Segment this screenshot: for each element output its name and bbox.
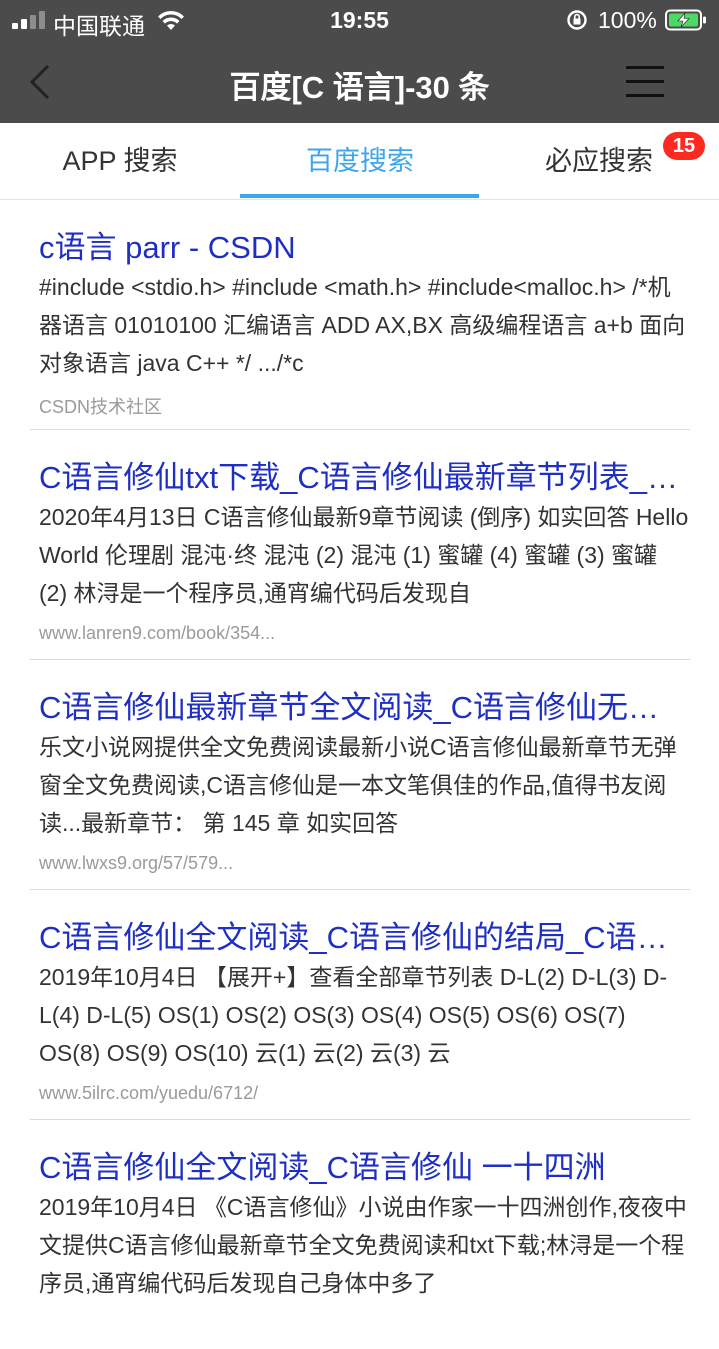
result-item[interactable]: c语言 parr - CSDN #include <stdio.h> #incl…	[30, 200, 690, 430]
result-snippet: #include <stdio.h> #include <math.h> #in…	[39, 274, 686, 376]
result-source: www.lanren9.com/book/354...	[39, 623, 276, 643]
result-item[interactable]: C语言修仙最新章节全文阅读_C语言修仙无弹窗 乐文小说网提供全文免费阅读最新小说…	[30, 660, 690, 890]
result-snippet: 2020年4月13日 C语言修仙最新9章节阅读 (倒序) 如实回答 Hello …	[39, 504, 689, 606]
result-source: www.5ilrc.com/yuedu/6712/	[39, 1083, 259, 1103]
result-snippet: 乐文小说网提供全文免费阅读最新小说C语言修仙最新章节无弹窗全文免费阅读,C语言修…	[39, 734, 677, 836]
result-snippet: 2019年10月4日 【展开+】查看全部章节列表 D-L(2) D-L(3) D…	[39, 964, 668, 1066]
result-source: www.lwxs9.org/57/579...	[39, 853, 234, 873]
page-title: 百度[C 语言]-30 条	[229, 70, 490, 105]
result-item[interactable]: C语言修仙txt下载_C语言修仙最新章节列表_C语言修仙 2020年4月13日 …	[30, 430, 690, 660]
result-item[interactable]: C语言修仙全文阅读_C语言修仙 一十四洲 2019年10月4日 《C语言修仙》小…	[30, 1120, 690, 1349]
result-title[interactable]: c语言 parr - CSDN	[39, 222, 689, 267]
result-title[interactable]: C语言修仙最新章节全文阅读_C语言修仙无弹窗	[39, 682, 689, 727]
navigation-bar: 百度[C 语言]-30 条	[0, 40, 719, 123]
result-title[interactable]: C语言修仙全文阅读_C语言修仙 一十四洲	[39, 1142, 689, 1187]
tab-baidu-search[interactable]: 百度搜索	[240, 123, 480, 199]
rotation-lock-icon	[567, 10, 587, 30]
result-snippet: 2019年10月4日 《C语言修仙》小说由作家一十四洲创作,夜夜中文提供C语言修…	[39, 1194, 687, 1296]
result-title[interactable]: C语言修仙全文阅读_C语言修仙的结局_C语言修仙	[39, 912, 689, 957]
menu-icon[interactable]	[622, 62, 668, 102]
search-engine-tabs: APP 搜索 百度搜索 必应搜索	[0, 123, 719, 200]
battery-percent: 100%	[598, 7, 657, 33]
search-results-list: c语言 parr - CSDN #include <stdio.h> #incl…	[0, 200, 719, 1349]
result-title[interactable]: C语言修仙txt下载_C语言修仙最新章节列表_C语言修仙	[39, 452, 689, 497]
result-item[interactable]: C语言修仙全文阅读_C语言修仙的结局_C语言修仙 2019年10月4日 【展开+…	[30, 890, 690, 1120]
top-bar: 中国联通 19:55 100% 百度[C 语言]-30 条	[0, 0, 719, 123]
bing-count-badge: 15	[663, 132, 705, 160]
active-tab-indicator	[240, 194, 479, 198]
tab-app-search[interactable]: APP 搜索	[0, 123, 240, 199]
result-source: CSDN技术社区	[39, 397, 163, 417]
battery-charging-icon	[665, 9, 706, 31]
status-bar: 中国联通 19:55 100%	[0, 0, 719, 40]
